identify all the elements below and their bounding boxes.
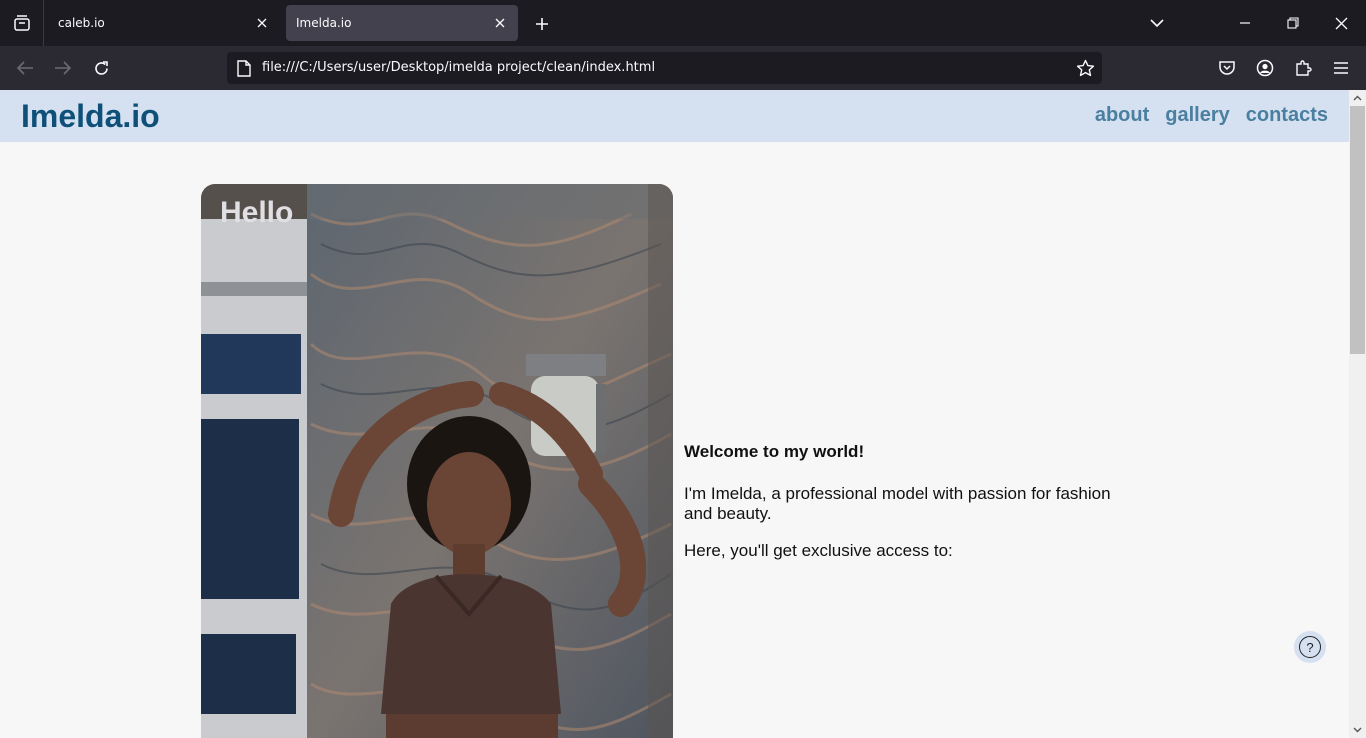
tab-title: caleb.io <box>58 16 105 30</box>
site-logo[interactable]: Imelda.io <box>21 98 160 135</box>
chevron-down-icon <box>1150 19 1164 28</box>
intro-paragraph: I'm Imelda, a professional model with pa… <box>684 484 1111 523</box>
close-icon <box>495 18 505 28</box>
page-icon <box>235 59 253 77</box>
minimize-icon <box>1240 22 1250 24</box>
nav-link-about[interactable]: about <box>1095 104 1149 127</box>
reload-icon <box>94 60 108 75</box>
pocket-icon <box>1219 61 1235 75</box>
forward-arrow-icon <box>55 61 72 75</box>
chevron-up-icon <box>1353 95 1362 101</box>
close-icon <box>257 18 267 28</box>
question-icon: ? <box>1299 636 1321 658</box>
address-bar[interactable]: file:///C:/Users/user/Desktop/imelda pro… <box>227 52 1102 84</box>
extensions-button[interactable] <box>1288 53 1318 83</box>
scroll-up-button[interactable] <box>1349 90 1366 106</box>
tab-title: Imelda.io <box>296 16 352 30</box>
tab-list-icon <box>13 15 30 31</box>
close-window-button[interactable] <box>1326 8 1356 38</box>
page-viewport: Imelda.io about gallery contacts Hello W… <box>0 90 1349 738</box>
minimize-button[interactable] <box>1230 8 1260 38</box>
restore-button[interactable] <box>1278 8 1308 38</box>
close-tab-button[interactable] <box>490 13 510 33</box>
hamburger-icon <box>1334 62 1348 74</box>
menu-button[interactable] <box>1326 53 1356 83</box>
hero-photo: Hello <box>201 184 673 738</box>
forward-button[interactable] <box>48 53 78 83</box>
restore-icon <box>1287 17 1299 29</box>
new-tab-button[interactable] <box>528 10 556 38</box>
back-button[interactable] <box>10 53 40 83</box>
pocket-button[interactable] <box>1212 53 1242 83</box>
tab-bar: caleb.io Imelda.io <box>0 0 1366 46</box>
site-header: Imelda.io about gallery contacts <box>0 90 1349 142</box>
chevron-down-icon <box>1353 727 1362 733</box>
welcome-heading: Welcome to my world! <box>684 442 865 461</box>
account-button[interactable] <box>1250 53 1280 83</box>
url-text: file:///C:/Users/user/Desktop/imelda pro… <box>262 60 656 75</box>
help-button[interactable]: ? <box>1294 631 1326 663</box>
puzzle-icon <box>1296 60 1312 76</box>
hero-heading: Hello <box>220 196 294 229</box>
close-icon <box>1335 17 1347 29</box>
reload-button[interactable] <box>86 53 116 83</box>
model-photo-illustration <box>201 184 673 738</box>
account-icon <box>1256 59 1274 77</box>
tab-imelda[interactable]: Imelda.io <box>286 5 518 41</box>
nav-link-contacts[interactable]: contacts <box>1246 104 1328 127</box>
scroll-down-button[interactable] <box>1349 722 1366 738</box>
star-icon <box>1076 59 1094 76</box>
back-arrow-icon <box>16 61 33 75</box>
close-tab-button[interactable] <box>252 13 272 33</box>
plus-icon <box>536 18 548 30</box>
access-text: Here, you'll get exclusive access to: <box>684 541 953 560</box>
tab-caleb[interactable]: caleb.io <box>48 5 280 41</box>
intro-section: Welcome to my world! I'm Imelda, a profe… <box>684 442 1124 578</box>
nav-link-gallery[interactable]: gallery <box>1165 104 1229 127</box>
page-scrollbar[interactable] <box>1349 90 1366 738</box>
site-nav: about gallery contacts <box>1095 104 1328 127</box>
navigation-toolbar: file:///C:/Users/user/Desktop/imelda pro… <box>0 46 1366 90</box>
bookmark-button[interactable] <box>1074 57 1096 79</box>
scrollbar-thumb[interactable] <box>1350 106 1365 354</box>
tab-list-button[interactable] <box>0 0 44 46</box>
tab-overflow-button[interactable] <box>1142 8 1172 38</box>
